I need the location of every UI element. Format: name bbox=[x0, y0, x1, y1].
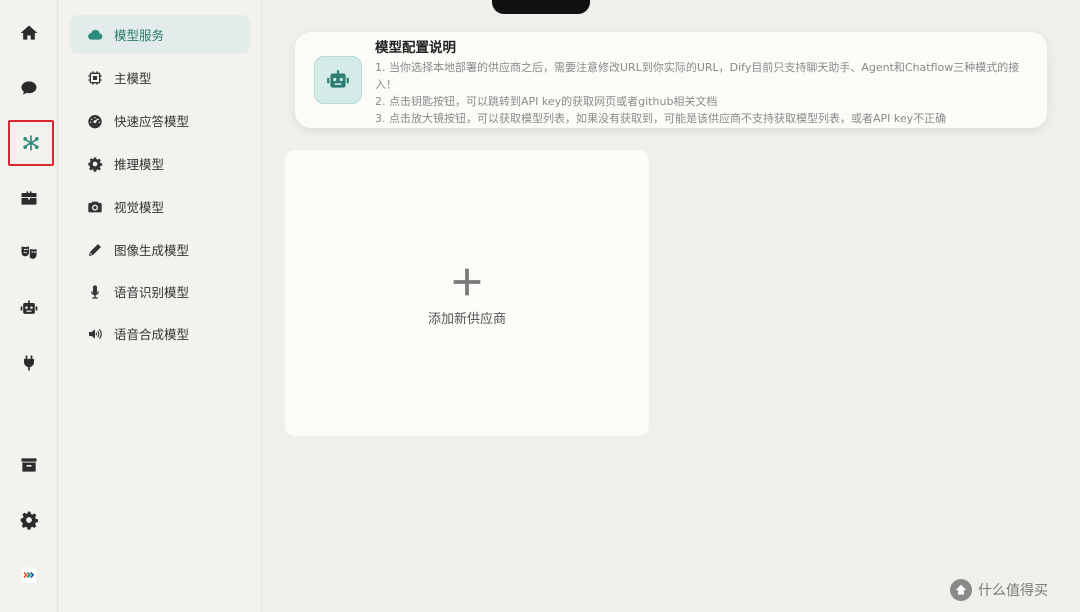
chip-icon bbox=[86, 69, 104, 87]
model-settings-menu: 模型服务 主模型 快速应答模型 推理模型 视觉模型 图像生成模型 语音识别模型 bbox=[59, 0, 262, 612]
speedometer-icon bbox=[86, 112, 104, 130]
rail-chat-button[interactable] bbox=[9, 68, 49, 108]
menu-item-label: 主模型 bbox=[114, 71, 152, 86]
gear-icon bbox=[86, 155, 104, 173]
rail-model-button[interactable] bbox=[8, 120, 54, 166]
model-config-info-card: 模型配置说明 1. 当你选择本地部署的供应商之后，需要注意修改URL到你实际的U… bbox=[295, 32, 1047, 128]
speaker-icon bbox=[86, 325, 104, 343]
menu-item-label: 视觉模型 bbox=[114, 200, 165, 215]
archive-box-icon bbox=[21, 458, 37, 472]
rail-agents-button[interactable] bbox=[9, 233, 49, 273]
microphone-icon bbox=[86, 283, 104, 301]
menu-item-label: 推理模型 bbox=[114, 157, 165, 172]
watermark-logo-icon bbox=[950, 579, 972, 601]
rail-plugins-button[interactable] bbox=[9, 343, 49, 383]
info-line: 2. 点击钥匙按钮，可以跳转到API key的获取网页或者github相关文档 bbox=[375, 95, 718, 108]
rail-toolbox-button[interactable] bbox=[9, 178, 49, 218]
chat-bubble-icon bbox=[21, 81, 37, 95]
theater-masks-icon bbox=[21, 246, 37, 259]
cloud-icon bbox=[86, 26, 104, 44]
gear-icon bbox=[20, 511, 38, 530]
icon-rail bbox=[0, 0, 58, 612]
pencil-icon bbox=[86, 241, 104, 259]
screen-notch bbox=[492, 0, 590, 14]
app-window: 模型服务 主模型 快速应答模型 推理模型 视觉模型 图像生成模型 语音识别模型 bbox=[0, 0, 1080, 612]
add-provider-label: 添加新供应商 bbox=[427, 311, 506, 327]
camera-icon bbox=[86, 198, 104, 216]
add-provider-button[interactable]: 添加新供应商 bbox=[285, 150, 649, 436]
rail-archive-button[interactable] bbox=[9, 445, 49, 485]
rail-home-button[interactable] bbox=[9, 13, 49, 53]
robot-icon bbox=[327, 70, 349, 88]
menu-item-image-generation-model[interactable]: 图像生成模型 bbox=[70, 230, 250, 269]
menu-item-speech-synthesis-model[interactable]: 语音合成模型 bbox=[70, 314, 250, 353]
rail-settings-button[interactable] bbox=[9, 500, 49, 540]
menu-item-label: 快速应答模型 bbox=[114, 114, 190, 129]
menu-item-fast-response-model[interactable]: 快速应答模型 bbox=[70, 101, 250, 140]
info-instructions: 1. 当你选择本地部署的供应商之后，需要注意修改URL到你实际的URL，Dify… bbox=[375, 59, 1025, 127]
menu-item-vision-model[interactable]: 视觉模型 bbox=[70, 187, 250, 226]
plug-icon bbox=[24, 355, 34, 371]
rail-assistant-button[interactable] bbox=[9, 288, 49, 328]
menu-item-label: 语音合成模型 bbox=[114, 327, 190, 342]
menu-item-model-service[interactable]: 模型服务 bbox=[70, 15, 250, 54]
watermark-text: 什么值得买 bbox=[978, 583, 1048, 599]
info-robot-avatar bbox=[314, 56, 362, 104]
home-icon bbox=[20, 25, 38, 40]
info-line: 1. 当你选择本地部署的供应商之后，需要注意修改URL到你实际的URL，Dify… bbox=[375, 61, 1020, 91]
rail-app-logo-button[interactable] bbox=[9, 555, 49, 595]
robot-icon bbox=[20, 300, 38, 314]
watermark: 什么值得买 bbox=[950, 578, 1048, 602]
info-line: 3. 点击放大镜按钮，可以获取模型列表，如果没有获取到，可能是该供应商不支持获取… bbox=[375, 112, 947, 125]
menu-item-main-model[interactable]: 主模型 bbox=[70, 58, 250, 97]
toolbox-icon bbox=[21, 191, 37, 205]
menu-item-label: 语音识别模型 bbox=[114, 285, 190, 300]
menu-item-reasoning-model[interactable]: 推理模型 bbox=[70, 144, 250, 183]
model-network-icon bbox=[23, 135, 39, 151]
app-logo-icon bbox=[21, 567, 37, 583]
plus-icon bbox=[451, 266, 483, 298]
menu-item-speech-recognition-model[interactable]: 语音识别模型 bbox=[70, 272, 250, 311]
menu-item-label: 图像生成模型 bbox=[114, 243, 190, 258]
menu-item-label: 模型服务 bbox=[114, 28, 165, 43]
info-title: 模型配置说明 bbox=[375, 40, 456, 56]
